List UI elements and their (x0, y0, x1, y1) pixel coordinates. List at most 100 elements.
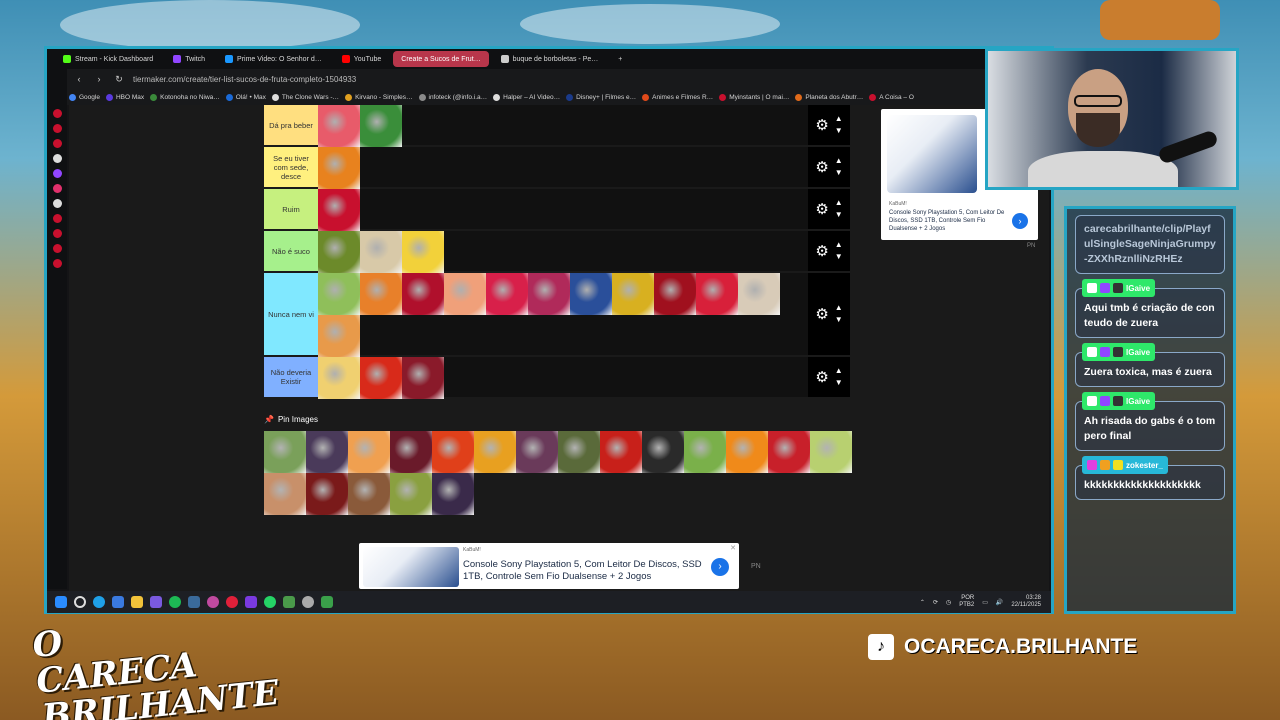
tab-pinterest[interactable]: buque de borboletas - Pe… (493, 51, 607, 67)
app-icon[interactable] (283, 596, 295, 608)
chevron-down-icon[interactable]: ▼ (835, 167, 843, 179)
sync-icon[interactable]: ⟳ (933, 599, 938, 606)
gear-icon[interactable]: ⚙ (815, 200, 828, 218)
chevron-up-icon[interactable]: ▲ (835, 302, 843, 314)
sidebar-icon[interactable] (52, 214, 62, 223)
tier-label[interactable]: Dá pra beber (264, 105, 318, 145)
chevron-up-icon[interactable]: ▲ (835, 365, 843, 377)
pin-image[interactable] (390, 431, 432, 473)
fruit-image[interactable] (360, 357, 402, 399)
sidebar-icon[interactable] (52, 139, 62, 148)
taskbar-clock[interactable]: 03:28 22/11/2025 (1011, 595, 1041, 609)
ad-arrow-icon[interactable]: › (1012, 213, 1028, 229)
pin-image[interactable] (726, 431, 768, 473)
chevron-up-icon[interactable]: ▲ (835, 113, 843, 125)
fruit-image[interactable] (318, 189, 360, 231)
chevron-up-icon[interactable]: ▲ (835, 155, 843, 167)
reload-icon[interactable]: ↻ (113, 74, 125, 85)
fruit-image[interactable] (528, 273, 570, 315)
fruit-image[interactable] (402, 357, 444, 399)
bookmark-item[interactable]: HBO Max (105, 93, 144, 101)
gear-icon[interactable]: ⚙ (815, 116, 828, 134)
app-icon[interactable] (245, 596, 257, 608)
mail-icon[interactable] (112, 596, 124, 608)
app-icon[interactable] (207, 596, 219, 608)
fruit-image[interactable] (570, 273, 612, 315)
keyboard-language[interactable]: POR PTB2 (959, 595, 974, 609)
pin-image[interactable] (642, 431, 684, 473)
clock-icon[interactable]: ◷ (946, 599, 951, 606)
fruit-image[interactable] (654, 273, 696, 315)
tier-label[interactable]: Ruim (264, 189, 318, 229)
pin-image[interactable] (264, 473, 306, 515)
sidebar-icon[interactable] (52, 259, 62, 268)
edge-icon[interactable] (93, 596, 105, 608)
gear-icon[interactable]: ⚙ (815, 305, 828, 323)
pin-image[interactable] (810, 431, 852, 473)
folder-icon[interactable] (131, 596, 143, 608)
app-icon[interactable] (150, 596, 162, 608)
pin-image[interactable] (348, 473, 390, 515)
chevron-down-icon[interactable]: ▼ (835, 377, 843, 389)
pin-image[interactable] (600, 431, 642, 473)
tray-chevron-icon[interactable]: ⌃ (920, 599, 925, 606)
bookmark-item[interactable]: infoteck (@info.i.a… (418, 93, 487, 101)
tab-prime-video[interactable]: Prime Video: O Senhor d… (217, 51, 330, 67)
fruit-image[interactable] (696, 273, 738, 315)
sidebar-icon[interactable] (52, 184, 62, 193)
app-icon[interactable] (321, 596, 333, 608)
bookmark-item[interactable]: A Coisa – O (869, 93, 914, 101)
fruit-image[interactable] (360, 231, 402, 273)
gear-icon[interactable]: ⚙ (815, 158, 828, 176)
pin-image[interactable] (264, 431, 306, 473)
ad-arrow-icon[interactable]: › (711, 558, 729, 576)
bookmark-item[interactable]: The Clone Wars -… (271, 93, 339, 101)
bookmark-item[interactable]: Kotonoha no Niwa… (150, 93, 220, 101)
pin-image[interactable] (474, 431, 516, 473)
chevron-up-icon[interactable]: ▲ (835, 197, 843, 209)
tab-kick[interactable]: Stream - Kick Dashboard (55, 51, 161, 67)
pin-image[interactable] (432, 473, 474, 515)
fruit-image[interactable] (360, 273, 402, 315)
windows-start-icon[interactable] (55, 596, 67, 608)
pin-image[interactable] (390, 473, 432, 515)
chevron-down-icon[interactable]: ▼ (835, 251, 843, 263)
pin-image[interactable] (432, 431, 474, 473)
bookmark-item[interactable]: Google (69, 93, 100, 101)
sidebar-icon[interactable] (52, 109, 62, 118)
gear-icon[interactable]: ⚙ (815, 242, 828, 260)
fruit-image[interactable] (738, 273, 780, 315)
fruit-image[interactable] (318, 273, 360, 315)
forward-icon[interactable]: › (93, 74, 105, 84)
bookmark-item[interactable]: Planeta dos Abutr… (795, 93, 863, 101)
pin-image[interactable] (558, 431, 600, 473)
steam-icon[interactable] (188, 596, 200, 608)
sidebar-icon[interactable] (52, 244, 62, 253)
pin-image[interactable] (768, 431, 810, 473)
back-icon[interactable]: ‹ (73, 74, 85, 84)
fruit-image[interactable] (318, 231, 360, 273)
search-icon[interactable] (74, 596, 86, 608)
network-icon[interactable]: ▭ (982, 599, 988, 606)
bookmark-item[interactable]: Disney+ | Filmes e… (566, 93, 636, 101)
bookmark-item[interactable]: Myinstants | O mai… (719, 93, 789, 101)
tier-label[interactable]: Não deveria Existir (264, 357, 318, 397)
volume-icon[interactable]: 🔊 (996, 599, 1003, 606)
fruit-image[interactable] (318, 357, 360, 399)
tab-twitch[interactable]: Twitch (165, 51, 213, 67)
fruit-image[interactable] (360, 105, 402, 147)
fruit-image[interactable] (612, 273, 654, 315)
pin-image[interactable] (516, 431, 558, 473)
pin-image[interactable] (306, 473, 348, 515)
fruit-image[interactable] (402, 231, 444, 273)
tab-tiermaker[interactable]: Create a Sucos de Frut… (393, 51, 489, 67)
tier-label[interactable]: Se eu tiver com sede, desce (264, 147, 318, 187)
bookmark-item[interactable]: Olá! • Max (225, 93, 266, 101)
ad-bottom[interactable]: KaBuM! Console Sony Playstation 5, Com L… (359, 543, 739, 589)
chevron-down-icon[interactable]: ▼ (835, 125, 843, 137)
fruit-image[interactable] (444, 273, 486, 315)
url-field[interactable]: tiermaker.com/create/tier-list-sucos-de-… (133, 75, 356, 84)
chevron-up-icon[interactable]: ▲ (835, 239, 843, 251)
sidebar-icon[interactable] (52, 154, 62, 163)
spotify-icon[interactable] (169, 596, 181, 608)
